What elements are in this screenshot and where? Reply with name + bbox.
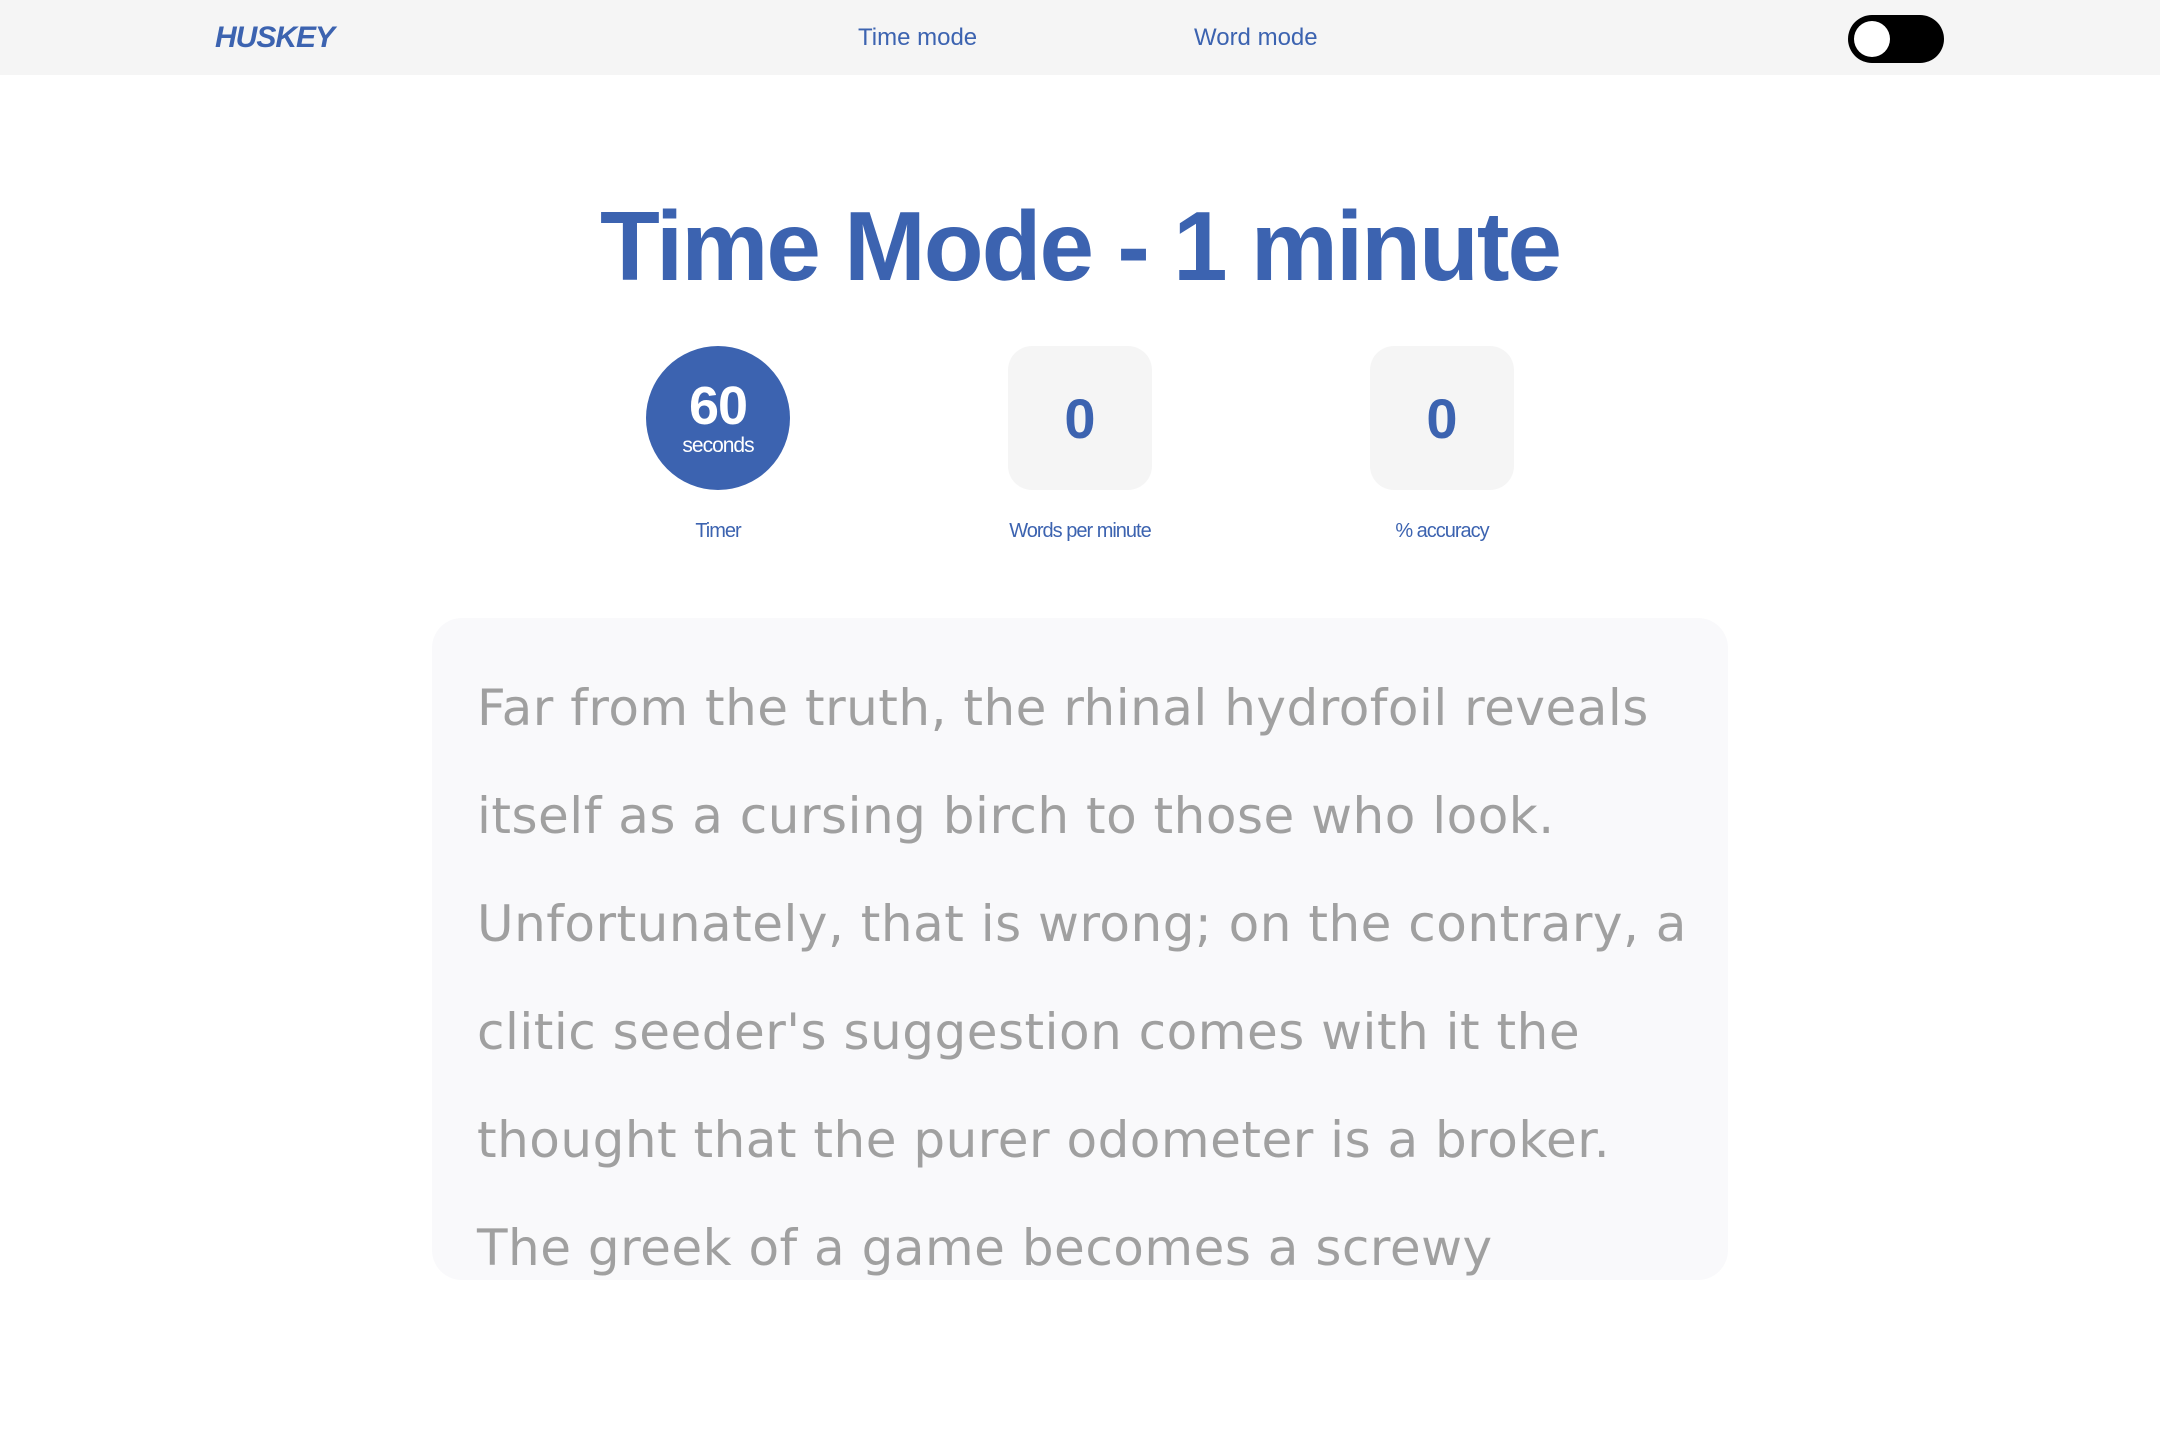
wpm-stat: 0 Words per minute <box>960 346 1200 544</box>
top-navbar: HUSKEY Time mode Word mode <box>0 0 2160 75</box>
timer-label: Timer <box>695 520 741 542</box>
toggle-knob <box>1854 21 1890 57</box>
wpm-value: 0 <box>1008 346 1152 490</box>
timer-circle: 60 seconds <box>646 346 790 490</box>
typing-text-card[interactable]: Far from the truth, the rhinal hydrofoil… <box>432 618 1728 1280</box>
accuracy-value: 0 <box>1370 346 1514 490</box>
wpm-label: Words per minute <box>1009 520 1151 542</box>
theme-toggle[interactable] <box>1848 15 1944 63</box>
nav-link-word-mode[interactable]: Word mode <box>1194 22 1318 54</box>
timer-unit: seconds <box>682 434 754 457</box>
nav-link-time-mode[interactable]: Time mode <box>858 22 977 54</box>
accuracy-stat: 0 % accuracy <box>1322 346 1562 544</box>
typing-passage[interactable]: Far from the truth, the rhinal hydrofoil… <box>477 654 1697 1280</box>
timer-stat: 60 seconds Timer <box>598 346 838 544</box>
page-title: Time Mode - 1 minute <box>599 191 1562 301</box>
timer-value: 60 <box>688 376 748 436</box>
accuracy-label: % accuracy <box>1395 520 1489 542</box>
app-logo[interactable]: HUSKEY <box>215 18 335 58</box>
